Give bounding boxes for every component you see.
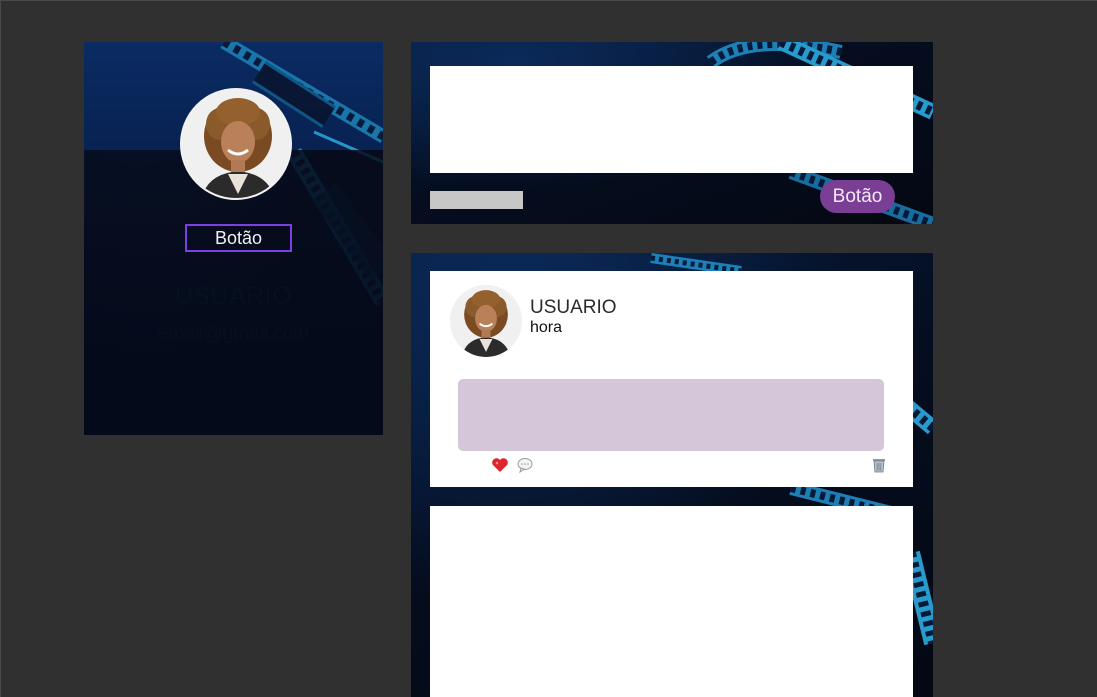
heart-icon[interactable] bbox=[491, 456, 509, 474]
composer-card: Botão bbox=[411, 42, 933, 224]
post-username: USUARIO bbox=[530, 297, 617, 318]
comment-icon[interactable] bbox=[516, 456, 534, 474]
profile-button[interactable]: Botão bbox=[185, 224, 292, 252]
post-avatar bbox=[450, 285, 522, 357]
avatar-image bbox=[450, 285, 522, 357]
profile-username: USUARIO bbox=[174, 282, 293, 310]
post-time: hora bbox=[530, 319, 563, 336]
post-content bbox=[458, 379, 884, 451]
trash-icon[interactable] bbox=[870, 456, 888, 474]
feed-card: USUARIO hora bbox=[411, 253, 933, 697]
profile-email: email@gmail.com bbox=[157, 323, 310, 344]
publish-button[interactable]: Botão bbox=[820, 180, 895, 213]
post-actions bbox=[430, 456, 913, 476]
profile-card: Botão USUARIO email@gmail.com bbox=[84, 42, 383, 435]
composer-placeholder-bar bbox=[430, 191, 523, 209]
profile-avatar bbox=[180, 88, 292, 200]
post-text-area[interactable] bbox=[430, 66, 913, 173]
post-card: USUARIO hora bbox=[430, 271, 913, 487]
avatar-image bbox=[182, 90, 290, 198]
post-card-empty bbox=[430, 506, 913, 697]
